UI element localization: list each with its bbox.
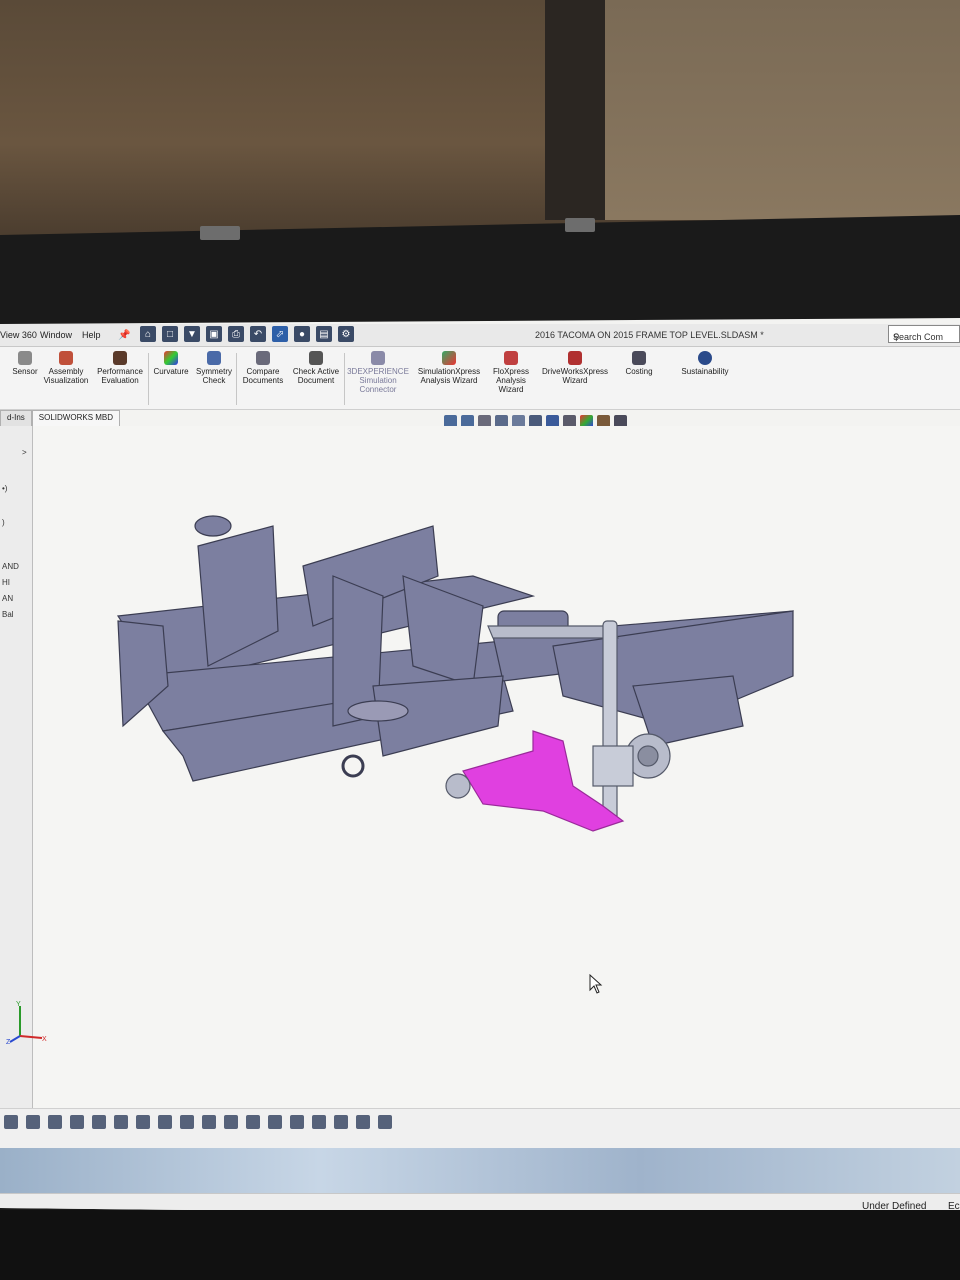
ribbon-separator [148, 353, 149, 405]
search-placeholder: Search Com [893, 332, 944, 342]
floxpress-button[interactable]: FloXpress Analysis Wizard [490, 351, 532, 394]
costing-button[interactable]: Costing [620, 351, 658, 376]
reference-triad-icon: Y X Z [6, 1000, 50, 1051]
webcam-clip [200, 226, 240, 240]
sustainability-button[interactable]: Sustainability [674, 351, 736, 376]
triad-y-label: Y [16, 1001, 21, 1008]
symmetry-check-button[interactable]: Symmetry Check [195, 351, 233, 385]
new-document-icon[interactable]: □ [162, 326, 178, 342]
sensor-icon [18, 351, 32, 365]
table-icon[interactable] [268, 1115, 282, 1129]
floxpress-icon [504, 351, 518, 365]
sensor-button[interactable]: Sensor [10, 351, 40, 376]
simulationxpress-icon [442, 351, 456, 365]
monitor-bottom-bezel [0, 1210, 960, 1280]
command-manager-tabs: d-Ins SOLIDWORKS MBD [0, 410, 121, 426]
center-mark-icon[interactable] [246, 1115, 260, 1129]
driveworksxpress-icon [568, 351, 582, 365]
simulationxpress-button[interactable]: SimulationXpress Analysis Wizard [414, 351, 484, 385]
curvature-icon [164, 351, 178, 365]
3dexperience-icon [371, 351, 385, 365]
options-gear-icon[interactable]: ⚙ [338, 326, 354, 342]
balloon-icon[interactable] [158, 1115, 172, 1129]
costing-icon [632, 351, 646, 365]
command-manager-ribbon: Sensor Assembly Visualization Performanc… [0, 347, 960, 410]
print-icon[interactable]: ⎙ [228, 326, 244, 342]
triad-x-label: X [42, 1036, 47, 1043]
linear-pattern-icon[interactable] [26, 1115, 40, 1129]
pin-icon[interactable]: 📌 [118, 330, 130, 341]
home-icon[interactable]: ⌂ [140, 326, 156, 342]
open-icon[interactable]: ▼ [184, 326, 200, 342]
select-icon[interactable]: ⬀ [272, 326, 288, 342]
tree-item[interactable]: HI [2, 578, 10, 587]
triad-z-label: Z [6, 1039, 11, 1046]
datum-icon[interactable] [48, 1115, 62, 1129]
check-active-document-button[interactable]: Check Active Document [290, 351, 342, 385]
sustainability-icon [698, 351, 712, 365]
document-title: 2016 TACOMA ON 2015 FRAME TOP LEVEL.SLDA… [535, 330, 764, 340]
3dexperience-simulation-connector-button[interactable]: 3DEXPERIENCE Simulation Connector [347, 351, 409, 394]
monitor-screen: View 360 Window Help 📌 ⌂ □ ▼ ▣ ⎙ ↶ ⬀ ● ▤… [0, 318, 960, 1218]
check-active-document-icon [309, 351, 323, 365]
save-icon[interactable]: ▣ [206, 326, 222, 342]
driveworksxpress-button[interactable]: DriveWorksXpress Wizard [536, 351, 614, 385]
ribbon-separator [344, 353, 345, 405]
tree-item[interactable]: •) [2, 484, 7, 493]
datum-target-icon[interactable] [202, 1115, 216, 1129]
ribbon-separator [236, 353, 237, 405]
tab-solidworks-mbd[interactable]: SOLIDWORKS MBD [31, 410, 121, 426]
search-input[interactable]: ⚲ Search Com [888, 325, 960, 343]
geometric-tolerance-icon[interactable] [70, 1115, 84, 1129]
assembly-visualization-button[interactable]: Assembly Visualization [42, 351, 90, 385]
door-frame [545, 0, 605, 220]
hole-callout-icon[interactable] [224, 1115, 238, 1129]
3d-pdf-icon[interactable] [334, 1115, 348, 1129]
reflection-strip [0, 1148, 960, 1193]
frame-assembly [116, 515, 794, 782]
auto-balloon-icon[interactable] [180, 1115, 194, 1129]
symmetry-check-icon [207, 351, 221, 365]
weld-symbol-icon[interactable] [114, 1115, 128, 1129]
menu-item-help[interactable]: Help [82, 330, 101, 340]
tree-item[interactable]: AND [2, 562, 19, 571]
truck-frame-model[interactable] [33, 426, 960, 1108]
tree-item[interactable]: ) [2, 518, 5, 527]
quick-access-toolbar: ⌂ □ ▼ ▣ ⎙ ↶ ⬀ ● ▤ ⚙ [140, 326, 354, 344]
performance-evaluation-icon [113, 351, 127, 365]
annotation-view-icon[interactable] [290, 1115, 304, 1129]
performance-evaluation-button[interactable]: Performance Evaluation [95, 351, 145, 385]
assembly-visualization-icon [59, 351, 73, 365]
smart-dimension-icon[interactable] [4, 1115, 18, 1129]
explode-icon[interactable] [378, 1115, 392, 1129]
file-properties-icon[interactable]: ▤ [316, 326, 332, 342]
menu-bar: View 360 Window Help 📌 ⌂ □ ▼ ▣ ⎙ ↶ ⬀ ● ▤… [0, 324, 960, 347]
curvature-button[interactable]: Curvature [152, 351, 190, 376]
bottom-toolbar [0, 1108, 960, 1148]
surface-finish-icon[interactable] [92, 1115, 106, 1129]
graphics-area[interactable] [33, 426, 960, 1108]
panel-expand-chevron-icon[interactable]: > [22, 448, 27, 457]
undo-icon[interactable]: ↶ [250, 326, 266, 342]
tab-add-ins[interactable]: d-Ins [0, 410, 32, 426]
webcam-clip [565, 218, 595, 232]
capture-3d-view-icon[interactable] [356, 1115, 370, 1129]
tree-item[interactable]: Bal [2, 610, 14, 619]
compare-documents-button[interactable]: Compare Documents [240, 351, 286, 385]
menu-item-view360[interactable]: View 360 [0, 330, 37, 340]
room-wall-right [600, 0, 960, 220]
menu-item-window[interactable]: Window [40, 330, 72, 340]
rebuild-icon[interactable]: ● [294, 326, 310, 342]
mouse-cursor-icon [589, 973, 603, 999]
tree-item[interactable]: AN [2, 594, 13, 603]
note-icon[interactable] [136, 1115, 150, 1129]
compare-documents-icon [256, 351, 270, 365]
publish-icon[interactable] [312, 1115, 326, 1129]
